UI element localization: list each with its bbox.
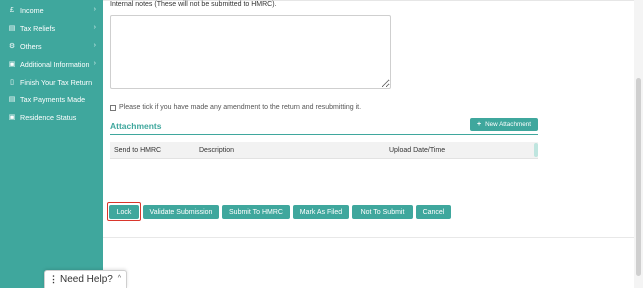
new-attachment-label: New Attachment (485, 121, 531, 128)
sidebar-item-label: Tax Reliefs (20, 23, 56, 33)
divider (103, 237, 634, 238)
document-icon: ▤ (8, 25, 16, 32)
main-content: Internal notes (These will not be submit… (103, 0, 634, 288)
column-header-description[interactable]: Description (199, 147, 234, 154)
sidebar-item-residence-status[interactable]: ▣ Residence Status (0, 109, 103, 125)
mark-as-filed-button[interactable]: Mark As Filed (293, 205, 349, 219)
internal-notes-textarea[interactable] (110, 15, 391, 89)
need-help-label: Need Help? (60, 274, 113, 285)
column-header-send-to-hmrc[interactable]: Send to HMRC (114, 147, 161, 154)
attachments-divider (110, 134, 538, 135)
sidebar-item-finish-your-tax-return[interactable]: ▯ Finish Your Tax Return (0, 74, 103, 90)
submit-to-hmrc-button[interactable]: Submit To HMRC (222, 205, 290, 219)
sidebar-item-label: Income (20, 5, 44, 15)
amendment-checkbox[interactable] (110, 104, 116, 111)
drag-handle-icon[interactable]: ⋮ (49, 274, 58, 285)
internal-notes-label: Internal notes (These will not be submit… (110, 1, 277, 8)
sidebar-item-label: Residence Status (20, 112, 77, 122)
pound-icon: £ (10, 6, 14, 14)
sidebar-item-tax-reliefs[interactable]: ▤ Tax Reliefs › (0, 20, 103, 36)
cancel-button[interactable]: Cancel (416, 205, 451, 219)
table-scrollbar[interactable] (534, 143, 538, 157)
amendment-checkbox-row[interactable]: Please tick if you have made any amendme… (110, 104, 361, 111)
attachments-table-header: Send to HMRC Description Upload Date/Tim… (110, 142, 538, 159)
scrollbar-thumb[interactable] (636, 78, 641, 276)
sidebar-item-label: Tax Payments Made (20, 94, 86, 104)
need-help-widget[interactable]: ⋮ Need Help? ^ (44, 270, 127, 288)
column-header-upload-date-time[interactable]: Upload Date/Time (389, 147, 445, 154)
amendment-label: Please tick if you have made any amendme… (119, 104, 362, 111)
sidebar: £ Income › ▤ Tax Reliefs › ⚙ Others › ▣ … (0, 0, 103, 288)
file-icon: ▯ (10, 79, 14, 86)
sidebar-item-label: Additional Information (20, 59, 90, 69)
info-box-icon: ▣ (8, 61, 16, 68)
app-page: £ Income › ▤ Tax Reliefs › ⚙ Others › ▣ … (0, 0, 643, 288)
sidebar-item-label: Finish Your Tax Return (20, 77, 93, 87)
not-to-submit-button[interactable]: Not To Submit (352, 205, 413, 219)
chevron-right-icon: › (93, 42, 96, 49)
attachments-title: Attachments (110, 121, 162, 131)
chevron-up-icon[interactable]: ^ (118, 275, 121, 282)
validate-submission-button[interactable]: Validate Submission (143, 205, 219, 219)
chevron-right-icon: › (93, 24, 96, 31)
chevron-right-icon: › (93, 6, 96, 13)
page-scrollbar[interactable] (634, 0, 643, 288)
payment-icon: ▤ (8, 96, 16, 103)
new-attachment-button[interactable]: + New Attachment (470, 118, 538, 131)
sidebar-item-label: Others (20, 41, 42, 51)
gears-icon: ⚙ (8, 43, 16, 50)
sidebar-item-income[interactable]: £ Income › (0, 2, 103, 18)
status-icon: ▣ (8, 114, 16, 121)
sidebar-item-others[interactable]: ⚙ Others › (0, 38, 103, 54)
sidebar-item-additional-information[interactable]: ▣ Additional Information › (0, 56, 103, 72)
chevron-right-icon: › (93, 60, 96, 67)
sidebar-item-tax-payments-made[interactable]: ▤ Tax Payments Made (0, 91, 103, 107)
lock-button[interactable]: Lock (109, 205, 139, 219)
plus-icon: + (477, 121, 482, 128)
